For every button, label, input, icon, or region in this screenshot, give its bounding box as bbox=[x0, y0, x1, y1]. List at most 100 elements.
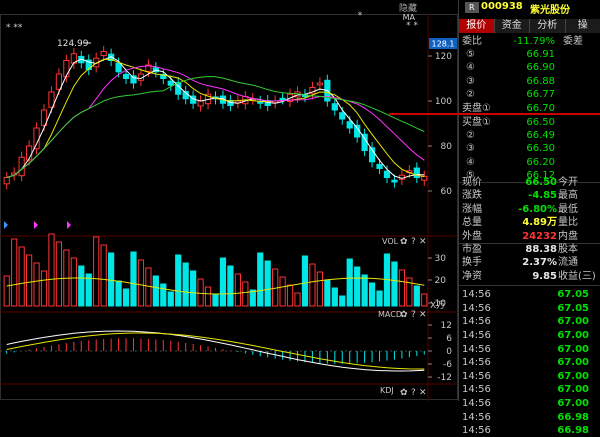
quote-value: 24232 bbox=[522, 230, 557, 243]
quote-value: -4.85 bbox=[528, 189, 557, 202]
bid-price: 66.50 bbox=[526, 116, 555, 129]
order-ratio-value: -11.79% bbox=[513, 35, 555, 48]
tick-time: 14:56 bbox=[462, 383, 491, 396]
bid-price: 66.20 bbox=[526, 156, 555, 169]
bid-level-label: 买盘① bbox=[462, 116, 491, 129]
quote-field-label: 今开 bbox=[558, 176, 578, 189]
ask-price: 66.88 bbox=[526, 75, 555, 88]
kdj-help-icon[interactable]: ? bbox=[411, 388, 416, 398]
markers-left: * ** bbox=[6, 23, 23, 33]
tab-quote[interactable]: 报价 bbox=[459, 19, 495, 33]
volume-bar bbox=[109, 253, 114, 306]
candle bbox=[198, 101, 203, 106]
ask-price: 66.77 bbox=[526, 88, 555, 101]
tick-price: 66.98 bbox=[557, 411, 589, 424]
kdj-settings-icon[interactable]: ✿ bbox=[400, 388, 408, 398]
quote-panel: 隐藏 R 000938 紫光股份 报价 资金 分析 操 委比-11.79%委差⑤… bbox=[458, 0, 600, 401]
volume-bar bbox=[310, 264, 315, 306]
volume-bar bbox=[183, 263, 188, 306]
bid-price: 66.49 bbox=[526, 129, 555, 142]
tab-analysis[interactable]: 分析 bbox=[530, 19, 566, 33]
quote-row: 现价66.50今开 bbox=[459, 176, 600, 189]
volume-bar bbox=[153, 276, 158, 306]
tab-funds[interactable]: 资金 bbox=[495, 19, 531, 33]
order-ratio-row: 委比-11.79%委差 bbox=[459, 35, 600, 48]
vol-help-icon[interactable]: ? bbox=[411, 237, 416, 247]
volume-bar bbox=[332, 288, 337, 306]
kdj-close-icon[interactable]: ✕ bbox=[419, 388, 427, 398]
candle bbox=[280, 98, 285, 100]
macd-settings-icon[interactable]: ✿ bbox=[400, 310, 408, 320]
quote-label: 现价 bbox=[462, 176, 482, 189]
volume-bar bbox=[347, 259, 352, 306]
tick-price: 67.00 bbox=[557, 370, 589, 383]
high-price-label: 124.99 bbox=[57, 39, 89, 49]
tick-row: 14:5667.00 bbox=[459, 315, 600, 328]
volume-bar bbox=[131, 252, 136, 306]
tick-row: 14:5667.00 bbox=[459, 370, 600, 383]
macd-close-icon[interactable]: ✕ bbox=[419, 310, 427, 320]
macd-axis-label: 0 bbox=[446, 347, 452, 357]
quote-tabs: 报价 资金 分析 操 bbox=[459, 19, 600, 33]
quote-field-label: 流通 bbox=[558, 256, 578, 269]
tick-row: 14:5667.05 bbox=[459, 288, 600, 301]
volume-bar bbox=[235, 274, 240, 306]
candle bbox=[168, 81, 173, 85]
volume-bar bbox=[168, 292, 173, 306]
quote-label: 净资 bbox=[462, 270, 482, 283]
quote-label: 总量 bbox=[462, 216, 482, 229]
candle bbox=[392, 180, 397, 182]
volume-bar bbox=[325, 280, 330, 306]
vol-settings-icon[interactable]: ✿ bbox=[400, 237, 408, 247]
vol-close-icon[interactable]: ✕ bbox=[419, 237, 427, 247]
macd-axis-label: 12 bbox=[441, 321, 452, 331]
volume-bar bbox=[41, 271, 46, 306]
tick-time: 14:56 bbox=[462, 343, 491, 356]
candle bbox=[422, 176, 427, 180]
tab-operate[interactable]: 操 bbox=[566, 19, 600, 33]
volume-bar bbox=[4, 276, 9, 306]
volume-bar bbox=[317, 272, 322, 306]
tick-price: 67.00 bbox=[557, 343, 589, 356]
vol-axis-label: 30 bbox=[435, 254, 447, 264]
signal-marker bbox=[34, 221, 38, 229]
volume-bar bbox=[369, 283, 374, 306]
volume-bar bbox=[56, 242, 61, 306]
macd-help-icon[interactable]: ? bbox=[411, 310, 416, 320]
bid-row: ④66.20 bbox=[459, 156, 600, 169]
r-badge[interactable]: R bbox=[465, 2, 479, 13]
tick-row: 14:5667.00 bbox=[459, 383, 600, 396]
quote-row: 外盘24232内盘 bbox=[459, 230, 600, 243]
candle bbox=[116, 63, 121, 72]
quote-row: 涨跌-4.85最高 bbox=[459, 189, 600, 202]
volume-bar bbox=[26, 255, 31, 306]
bid-price: 66.30 bbox=[526, 142, 555, 155]
volume-bar bbox=[101, 245, 106, 306]
volume-bar bbox=[79, 266, 84, 306]
volume-bar bbox=[213, 295, 218, 306]
quote-label: 外盘 bbox=[462, 230, 482, 243]
volume-bar bbox=[302, 256, 307, 306]
hide-button[interactable]: 隐藏 bbox=[399, 1, 417, 14]
quote-row: 市盈88.38股本 bbox=[459, 243, 600, 256]
price-axis-label: 120 bbox=[435, 52, 452, 62]
kline-chart-svg[interactable]: * **MA** *1201008060128.1124.99VOL302010… bbox=[0, 0, 458, 401]
volume-bar bbox=[220, 258, 225, 306]
volume-bar bbox=[355, 267, 360, 306]
vol-unit: X万 bbox=[430, 301, 445, 311]
ask-row: ②66.77 bbox=[459, 88, 600, 101]
ask-row: ⑤66.91 bbox=[459, 48, 600, 61]
tick-time: 14:56 bbox=[462, 329, 491, 342]
tick-row: 14:56 67.00 bbox=[459, 343, 600, 356]
price-axis-label: 80 bbox=[441, 142, 453, 152]
kline-chart-area[interactable]: * **MA** *1201008060128.1124.99VOL302010… bbox=[0, 0, 458, 401]
quote-row: 换手2.37%流通 bbox=[459, 256, 600, 269]
bid-ask-separator bbox=[389, 113, 600, 115]
current-price-tag: 128.1 bbox=[432, 40, 455, 49]
volume-bar bbox=[258, 253, 263, 306]
tick-time: 14:56 bbox=[462, 411, 491, 424]
volume-bar bbox=[422, 294, 427, 306]
candle bbox=[4, 178, 9, 184]
volume-bar bbox=[116, 281, 121, 306]
ask-price: 66.90 bbox=[526, 61, 555, 74]
